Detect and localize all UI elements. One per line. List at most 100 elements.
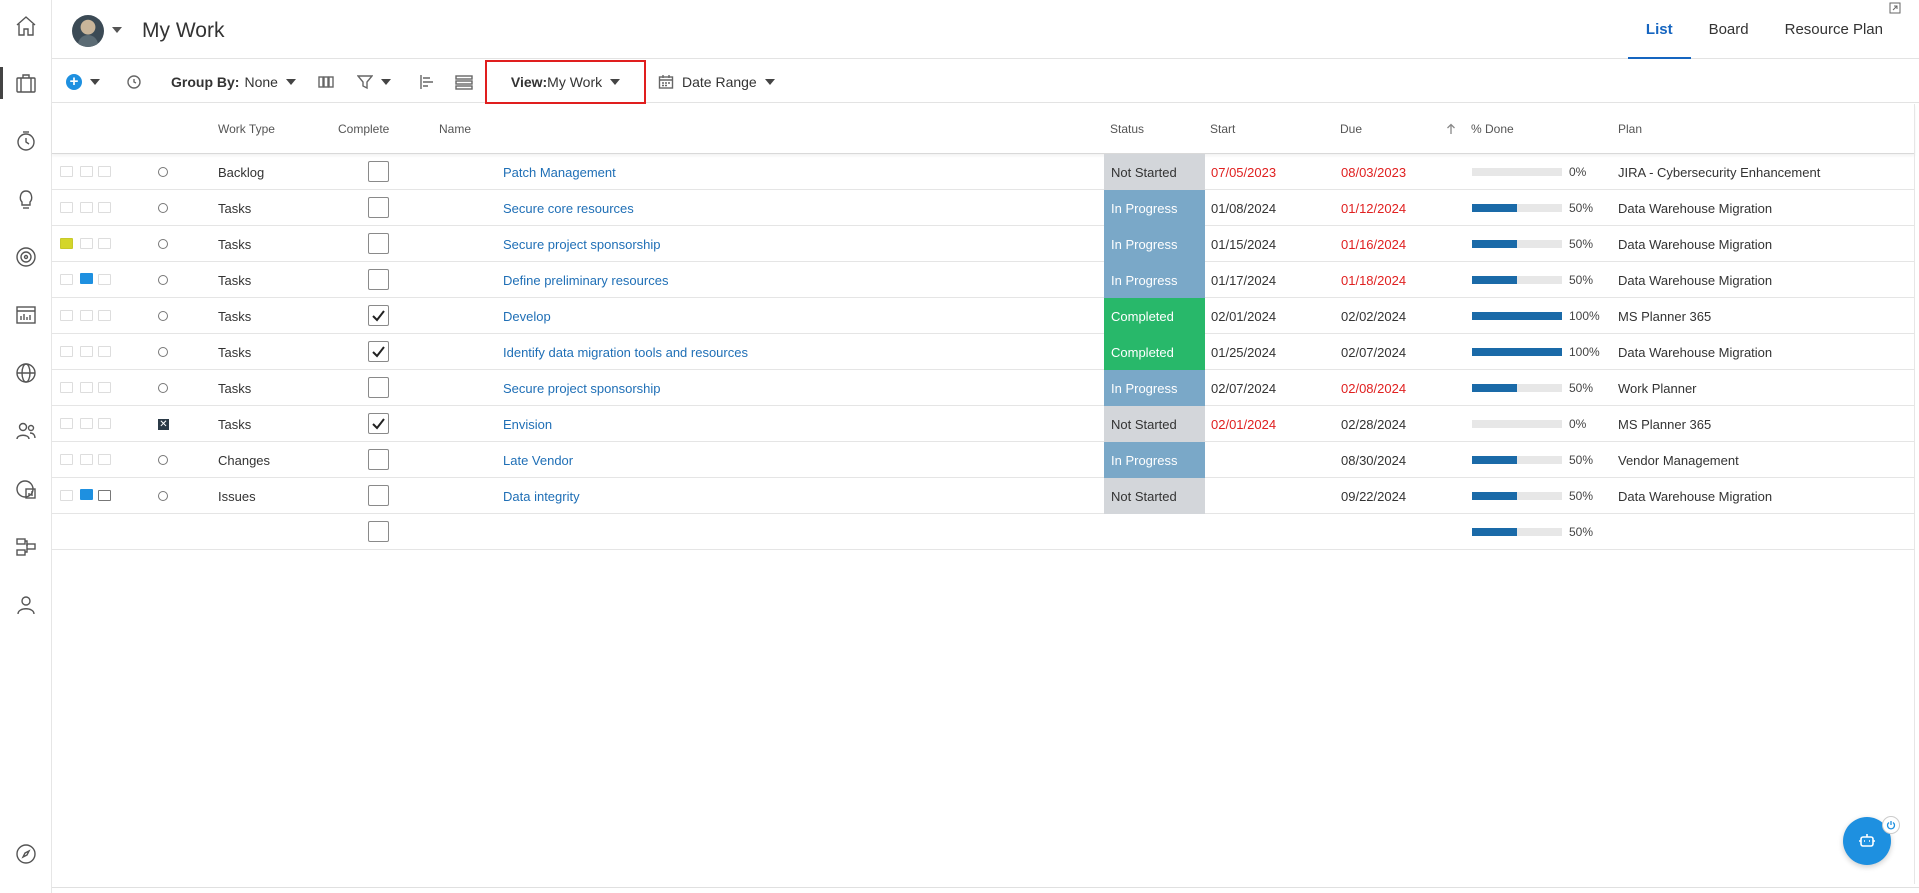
column-header-due[interactable]: Due	[1340, 122, 1362, 136]
reports-icon[interactable]	[0, 293, 52, 337]
tab-resource-plan[interactable]: Resource Plan	[1767, 0, 1901, 59]
note-icon[interactable]	[60, 274, 73, 285]
priority-icon[interactable]	[158, 311, 168, 321]
attachment-icon[interactable]	[98, 382, 111, 393]
complete-checkbox[interactable]	[368, 341, 389, 362]
tab-board[interactable]: Board	[1691, 0, 1767, 59]
comment-icon[interactable]	[80, 454, 93, 465]
priority-icon[interactable]	[158, 491, 168, 501]
comment-icon[interactable]	[80, 310, 93, 321]
note-icon[interactable]	[60, 238, 73, 249]
complete-checkbox[interactable]	[368, 521, 389, 542]
recent-button[interactable]	[126, 60, 142, 103]
attachment-icon[interactable]	[98, 238, 111, 249]
add-button[interactable]: +	[66, 60, 100, 103]
priority-icon[interactable]	[158, 347, 168, 357]
column-header-work-type[interactable]: Work Type	[218, 122, 275, 136]
priority-icon[interactable]	[158, 203, 168, 213]
table-row[interactable]: Tasks Secure project sponsorship In Progre…	[52, 370, 1915, 406]
board-icon[interactable]	[98, 490, 111, 501]
priority-icon[interactable]	[158, 455, 168, 465]
complete-checkbox[interactable]	[368, 485, 389, 506]
column-header-pct-done[interactable]: % Done	[1471, 122, 1514, 136]
attachment-icon[interactable]	[98, 274, 111, 285]
comment-icon[interactable]	[80, 346, 93, 357]
task-name-link[interactable]: Secure core resources	[503, 190, 634, 226]
power-button[interactable]	[1882, 816, 1900, 834]
attachment-icon[interactable]	[98, 346, 111, 357]
attachment-icon[interactable]	[98, 418, 111, 429]
complete-checkbox[interactable]	[368, 377, 389, 398]
priority-icon[interactable]	[158, 275, 168, 285]
column-header-status[interactable]: Status	[1110, 122, 1144, 136]
target-icon[interactable]	[0, 235, 52, 279]
compass-icon[interactable]	[0, 832, 52, 876]
task-name-link[interactable]: Secure project sponsorship	[503, 226, 661, 262]
table-row[interactable]: Tasks Secure project sponsorship In Progre…	[52, 226, 1915, 262]
complete-checkbox[interactable]	[368, 161, 389, 182]
avatar[interactable]	[72, 15, 104, 47]
table-row[interactable]: Issues Data integrity Not Started 09/22/202…	[52, 478, 1915, 514]
view-dropdown[interactable]: View: My Work	[485, 60, 646, 104]
complete-checkbox[interactable]	[368, 269, 389, 290]
attachment-icon[interactable]	[98, 310, 111, 321]
comment-icon[interactable]	[80, 166, 93, 177]
attachment-icon[interactable]	[98, 454, 111, 465]
comment-icon[interactable]	[80, 489, 93, 500]
table-row[interactable]: Tasks Develop Completed 02/01/2024 02/02/202…	[52, 298, 1915, 334]
table-row[interactable]: Changes Late Vendor In Progress 08/30/2024 5…	[52, 442, 1915, 478]
tab-list[interactable]: List	[1627, 0, 1691, 59]
hierarchy-icon[interactable]	[0, 525, 52, 569]
task-name-link[interactable]: Define preliminary resources	[503, 262, 668, 298]
filter-dropdown[interactable]	[357, 60, 391, 103]
note-icon[interactable]	[60, 310, 73, 321]
user-icon[interactable]	[0, 583, 52, 627]
task-name-link[interactable]: Data integrity	[503, 478, 580, 514]
table-row[interactable]: Tasks Secure core resources In Progress 01/…	[52, 190, 1915, 226]
note-icon[interactable]	[60, 490, 73, 501]
comment-icon[interactable]	[80, 238, 93, 249]
scrollbar[interactable]	[1914, 104, 1915, 884]
note-icon[interactable]	[60, 202, 73, 213]
note-icon[interactable]	[60, 418, 73, 429]
priority-icon[interactable]	[158, 239, 168, 249]
column-header-name[interactable]: Name	[439, 122, 471, 136]
note-icon[interactable]	[60, 382, 73, 393]
timesheet-icon[interactable]	[0, 119, 52, 163]
column-header-complete[interactable]: Complete	[338, 122, 389, 136]
lightbulb-icon[interactable]	[0, 177, 52, 221]
note-icon[interactable]	[60, 346, 73, 357]
home-icon[interactable]	[0, 4, 52, 48]
attachment-icon[interactable]	[98, 202, 111, 213]
complete-checkbox[interactable]	[368, 413, 389, 434]
table-row[interactable]: Tasks Identify data migration tools and r…	[52, 334, 1915, 370]
column-header-start[interactable]: Start	[1210, 122, 1235, 136]
columns-button[interactable]	[318, 60, 334, 103]
complete-checkbox[interactable]	[368, 449, 389, 470]
note-icon[interactable]	[60, 166, 73, 177]
briefcase-icon[interactable]	[0, 61, 52, 105]
group-by-dropdown[interactable]: Group By: None	[171, 60, 296, 103]
task-name-link[interactable]: Identify data migration tools and resour…	[503, 334, 748, 370]
priority-icon[interactable]	[158, 167, 168, 177]
task-name-link[interactable]: Patch Management	[503, 154, 616, 190]
globe-icon[interactable]	[0, 351, 52, 395]
task-name-link[interactable]: Develop	[503, 298, 551, 334]
note-icon[interactable]	[60, 454, 73, 465]
comment-icon[interactable]	[80, 418, 93, 429]
task-name-link[interactable]: Late Vendor	[503, 442, 573, 478]
table-row[interactable]: Tasks Define preliminary resources In Prog…	[52, 262, 1915, 298]
comment-icon[interactable]	[80, 382, 93, 393]
align-button[interactable]	[419, 60, 435, 103]
comment-icon[interactable]	[80, 202, 93, 213]
complete-checkbox[interactable]	[368, 197, 389, 218]
chevron-down-icon[interactable]	[112, 27, 122, 33]
resources-icon[interactable]	[0, 409, 52, 453]
complete-checkbox[interactable]	[368, 305, 389, 326]
portfolio-icon[interactable]	[0, 467, 52, 511]
priority-icon[interactable]	[158, 383, 168, 393]
column-header-plan[interactable]: Plan	[1618, 122, 1642, 136]
table-row[interactable]: Backlog Patch Management Not Started 07/05/…	[52, 154, 1915, 190]
table-row[interactable]: ✕ Tasks Envision Not Started 02/01/2024 02/28…	[52, 406, 1915, 442]
task-name-link[interactable]: Envision	[503, 406, 552, 442]
